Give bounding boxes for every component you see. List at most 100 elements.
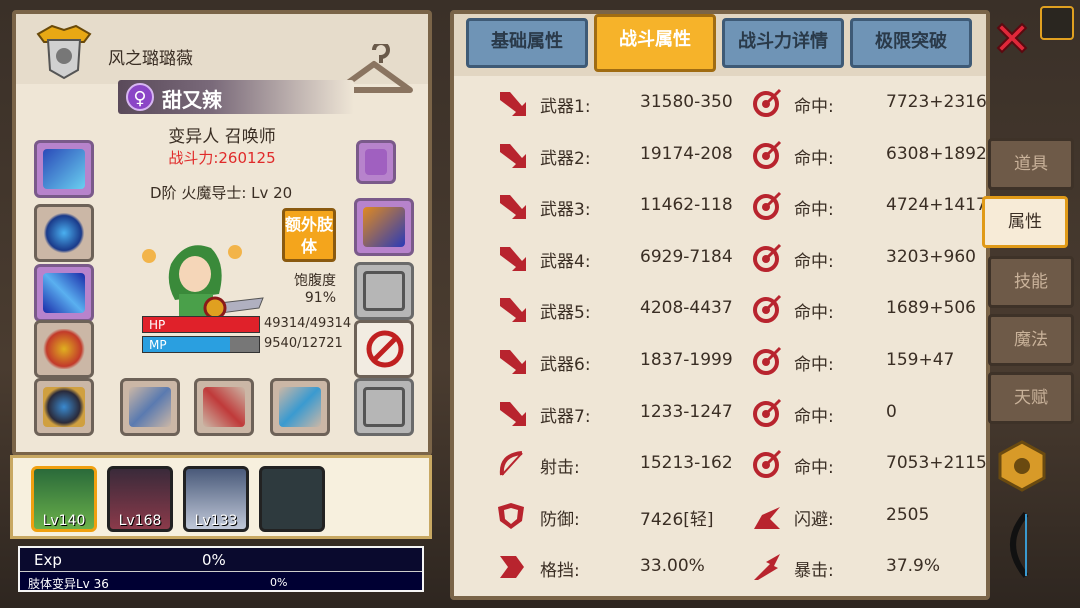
target-icon (753, 450, 782, 479)
satiety-label: 饱腹度 (294, 273, 336, 289)
mp-label: MP (149, 338, 167, 352)
sword-icon (500, 246, 526, 271)
stat-row: 武器7: 1233-1247 命中: 0 (454, 388, 986, 440)
stat-value-secondary: 6308+1892 (886, 143, 987, 164)
stat-label: 武器2: (540, 148, 591, 169)
extra-limb-button[interactable]: 额外肢体 (282, 208, 336, 262)
stat-row: 武器6: 1837-1999 命中: 159+47 (454, 336, 986, 388)
stat-row: 武器4: 6929-7184 命中: 3203+960 (454, 233, 986, 285)
stats-panel: 基础属性 战斗属性 战斗力详情 极限突破 武器1: 31580-350 命中: 772… (450, 10, 990, 600)
side-tab-attributes[interactable]: 属性 (982, 196, 1068, 248)
tab-combat-attributes[interactable]: 战斗属性 (594, 14, 716, 72)
close-icon[interactable] (992, 18, 1032, 58)
equip-slot-weapon-2[interactable] (194, 378, 254, 436)
hp-bar: HP (142, 316, 260, 333)
equip-slot-locked[interactable] (354, 320, 414, 378)
sword-icon (500, 350, 526, 374)
minimize-button[interactable] (1040, 6, 1074, 40)
equip-slot-empty-1[interactable] (354, 262, 414, 320)
stat-label-secondary: 命中: (794, 148, 834, 169)
target-icon (753, 243, 782, 272)
side-tab-talent[interactable]: 天赋 (988, 372, 1074, 424)
shield-icon (498, 502, 524, 529)
stat-value: 33.00% (640, 556, 705, 577)
character-title: 甜又辣 (162, 88, 222, 112)
stat-row: 武器5: 4208-4437 命中: 1689+506 (454, 284, 986, 336)
limb-mutation-label: 肢体变异Lv 36 (28, 577, 109, 591)
exp-label: Exp (34, 551, 62, 569)
side-tab-magic[interactable]: 魔法 (988, 314, 1074, 366)
satiety-value: 91% (304, 290, 336, 306)
stat-value: 6929-7184 (640, 246, 733, 267)
stat-row: 射击: 15213-162 命中: 7053+2115 (454, 439, 986, 491)
party-member-1[interactable]: Lv140 (31, 466, 97, 532)
stat-label-secondary: 命中: (794, 458, 834, 479)
equip-slot-ring[interactable] (34, 378, 94, 436)
sword-icon (500, 143, 526, 168)
equip-slot-empty-2[interactable] (354, 378, 414, 436)
party-member-2[interactable]: Lv168 (107, 466, 173, 532)
stat-row: 防御: 7426[轻] 闪避: 2505 (454, 491, 986, 543)
equip-slot-armor[interactable] (34, 320, 94, 378)
equip-slot-cape[interactable] (34, 264, 94, 322)
stat-value-secondary: 1689+506 (886, 298, 976, 319)
stat-value: 1233-1247 (640, 401, 733, 422)
stats-tab-bar: 基础属性 战斗属性 战斗力详情 极限突破 (454, 14, 986, 76)
target-icon (753, 346, 782, 375)
party-member-level: Lv140 (42, 513, 86, 529)
stat-label-secondary: 命中: (794, 200, 834, 221)
party-member-level: Lv133 (194, 513, 238, 529)
sword-icon (500, 195, 526, 220)
stat-value: 11462-118 (640, 195, 733, 216)
stat-row: 格挡: 33.00% 暴击: 37.9% (454, 542, 986, 594)
stat-label: 武器6: (540, 355, 591, 375)
tab-power-details[interactable]: 战斗力详情 (722, 18, 844, 68)
party-strip: Lv140 Lv168 Lv133 (10, 455, 432, 539)
tab-limit-break[interactable]: 极限突破 (850, 18, 972, 68)
hp-value: 49314/49314 (264, 316, 352, 331)
party-member-empty[interactable] (259, 466, 325, 532)
stat-value: 4208-4437 (640, 298, 733, 319)
stat-label-secondary: 闪避: (794, 509, 834, 530)
side-tab-items[interactable]: 道具 (988, 138, 1074, 190)
stat-value-secondary: 37.9% (886, 556, 941, 577)
crit-icon (754, 554, 780, 581)
stat-row: 武器2: 19174-208 命中: 6308+1892 (454, 130, 986, 182)
target-icon (753, 192, 782, 221)
exp-value: 0% (202, 551, 226, 569)
female-icon: ♀ (126, 83, 154, 111)
character-title-banner: ♀ 甜又辣 (118, 80, 354, 114)
sword-icon (500, 401, 526, 426)
block-icon (500, 556, 524, 579)
character-panel: 风之璐璐薇 ♀ 甜又辣 变异人 召唤师 战斗力:260125 D阶 火魔导士: … (12, 10, 432, 456)
side-tab-skills[interactable]: 技能 (988, 256, 1074, 308)
mp-bar: MP (142, 336, 260, 353)
target-icon (753, 88, 782, 117)
stat-label: 武器1: (540, 97, 591, 117)
gear-icon[interactable] (996, 440, 1048, 492)
stat-value-secondary: 2505 (886, 504, 930, 525)
guild-emblem-icon (36, 24, 92, 80)
exp-box: Exp 0% 肢体变异Lv 36 0% (18, 546, 424, 592)
hp-label: HP (149, 318, 166, 332)
bow-weapon-icon[interactable] (996, 510, 1048, 580)
stat-value-secondary: 0 (886, 401, 897, 422)
stat-value: 7426[轻] (640, 509, 714, 530)
equip-slot-weapon-1[interactable] (120, 378, 180, 436)
equip-slot-weapon-3[interactable] (270, 378, 330, 436)
limb-mutation-value: 0% (270, 576, 288, 589)
target-icon (753, 398, 782, 427)
bow-icon (499, 451, 523, 476)
party-member-3[interactable]: Lv133 (183, 466, 249, 532)
stat-label-secondary: 暴击: (794, 561, 834, 582)
stat-label: 格挡: (540, 561, 580, 582)
equip-slot-head[interactable] (34, 140, 94, 198)
tab-basic-attributes[interactable]: 基础属性 (466, 18, 588, 68)
stat-label: 武器3: (540, 200, 591, 221)
equip-slot-amulet[interactable] (34, 204, 94, 262)
stat-label-secondary: 命中: (794, 406, 834, 427)
dodge-icon (754, 506, 780, 529)
equip-slot-accessory[interactable] (356, 140, 396, 184)
stat-value-secondary: 3203+960 (886, 246, 976, 267)
equip-slot-gloves[interactable] (354, 198, 414, 256)
